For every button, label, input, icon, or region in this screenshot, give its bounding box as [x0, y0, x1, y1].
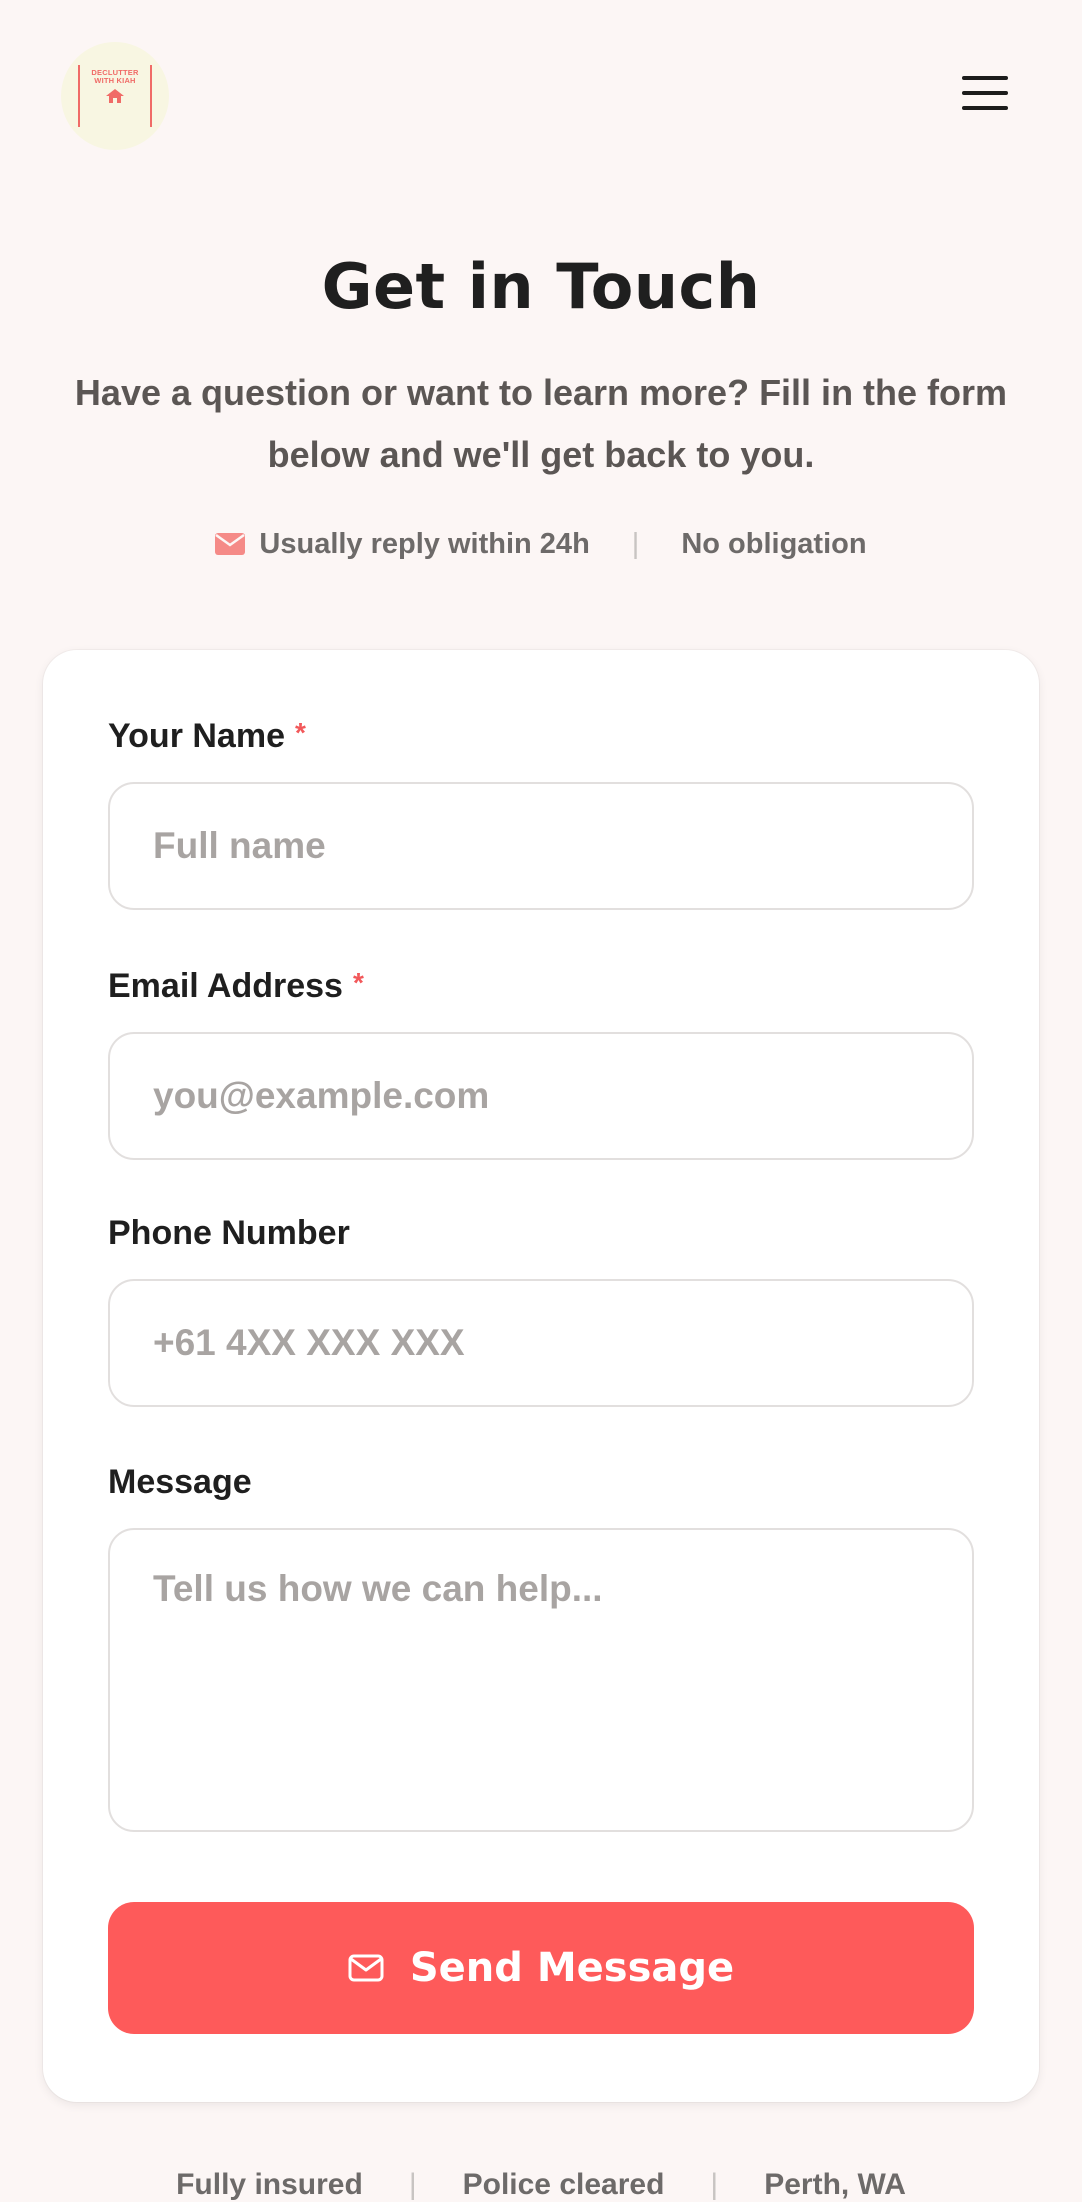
required-marker: * — [352, 967, 364, 998]
badge-label: No obligation — [681, 527, 867, 560]
house-icon — [106, 89, 124, 103]
site-header: DECLUTTER WITH KIAH — [0, 0, 1082, 190]
hamburger-icon-line — [962, 106, 1008, 110]
contact-form-card: Your Name * Email Address * Phone Number M… — [43, 650, 1039, 2102]
badge-label: Usually reply within 24h — [259, 527, 590, 560]
email-label-text: Email Address — [108, 967, 343, 1005]
name-input[interactable] — [108, 782, 974, 910]
badge-no-obligation: No obligation — [681, 528, 866, 561]
footer-item: Police cleared — [462, 2168, 665, 2201]
required-marker: * — [294, 717, 306, 748]
phone-label: Phone Number — [108, 1214, 350, 1253]
name-label-text: Your Name — [108, 717, 285, 755]
send-message-button[interactable]: Send Message — [108, 1902, 974, 2034]
logo-text: DECLUTTER WITH KIAH — [91, 68, 139, 85]
message-textarea[interactable] — [108, 1528, 974, 1832]
email-input[interactable] — [108, 1032, 974, 1160]
logo-frame: DECLUTTER WITH KIAH — [78, 65, 152, 127]
message-label-text: Message — [108, 1463, 252, 1501]
brand-logo[interactable]: DECLUTTER WITH KIAH — [61, 42, 169, 150]
name-label: Your Name * — [108, 717, 306, 756]
mail-icon — [348, 1954, 384, 1982]
phone-label-text: Phone Number — [108, 1214, 350, 1252]
badge-reply-time: Usually reply within 24h — [215, 527, 590, 561]
badge-separator: | — [631, 527, 640, 560]
footer-separator: | — [408, 2168, 417, 2201]
footer-item: Fully insured — [176, 2168, 363, 2201]
send-message-label: Send Message — [409, 1945, 735, 1991]
message-label: Message — [108, 1463, 252, 1502]
phone-input[interactable] — [108, 1279, 974, 1407]
page-subtitle: Have a question or want to learn more? F… — [74, 372, 1008, 475]
page-title: Get in Touch — [321, 250, 761, 323]
mail-icon — [215, 533, 246, 555]
trust-footer: Fully insured | Police cleared | Perth, … — [0, 2165, 1082, 2202]
footer-item: Perth, WA — [764, 2168, 906, 2201]
email-label: Email Address * — [108, 967, 364, 1006]
trust-badges: Usually reply within 24h | No obligation — [0, 524, 1082, 564]
hamburger-menu-button[interactable] — [958, 70, 1012, 116]
hamburger-icon-line — [962, 76, 1008, 80]
hamburger-icon-line — [962, 91, 1008, 95]
footer-separator: | — [710, 2168, 719, 2201]
